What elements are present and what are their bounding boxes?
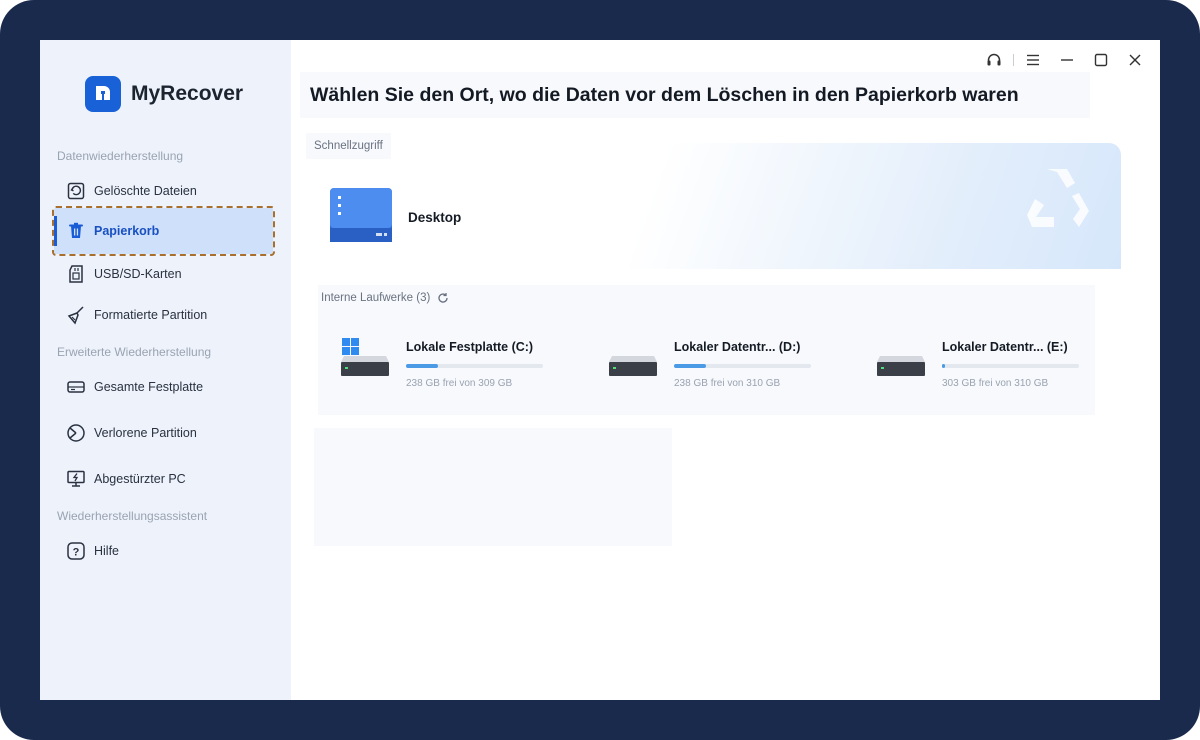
sidebar: MyRecover Datenwiederherstellung Gelösch… — [40, 40, 291, 700]
svg-text:?: ? — [73, 547, 80, 559]
sidebar-item-usb-sd[interactable]: USB/SD-Karten — [58, 256, 270, 292]
drive-usage-bar — [406, 364, 543, 368]
titlebar-divider — [1013, 54, 1014, 66]
drive-c[interactable]: Lokale Festplatte (C:) 238 GB frei von 3… — [340, 336, 580, 396]
drive-name: Lokale Festplatte (C:) — [406, 340, 534, 354]
page-title: Wählen Sie den Ort, wo die Daten vor dem… — [300, 72, 1090, 118]
drive-free-space: 238 GB frei von 310 GB — [674, 378, 781, 389]
drive-e[interactable]: Lokaler Datentr... (E:) 303 GB frei von … — [876, 336, 1116, 396]
sidebar-item-label: Papierkorb — [94, 224, 160, 238]
internal-drives-header: Interne Laufwerke (3) — [321, 292, 449, 304]
drive-usage-bar — [942, 364, 1079, 368]
sidebar-item-label: Formatierte Partition — [94, 308, 208, 322]
sidebar-item-label: Verlorene Partition — [94, 426, 197, 440]
hard-drive-icon — [876, 336, 928, 385]
internal-drives-label: Interne Laufwerke (3) — [321, 292, 431, 304]
sidebar-item-crashed-pc[interactable]: Abgestürzter PC — [58, 461, 270, 497]
sidebar-item-help[interactable]: ? Hilfe — [58, 533, 270, 569]
sidebar-item-label: Abgestürzter PC — [94, 472, 186, 486]
help-icon: ? — [66, 541, 86, 561]
broom-icon — [66, 305, 86, 325]
sidebar-item-whole-disk[interactable]: Gesamte Festplatte — [58, 369, 270, 405]
myrecover-logo-icon — [85, 76, 121, 112]
sidebar-item-label: Gelöschte Dateien — [94, 184, 197, 198]
sidebar-item-recycle-bin[interactable]: Papierkorb — [52, 206, 275, 256]
pie-icon — [66, 423, 86, 443]
sidebar-item-label: Hilfe — [94, 544, 120, 558]
hard-disk-icon — [66, 377, 86, 397]
drive-d[interactable]: Lokaler Datentr... (D:) 238 GB frei von … — [608, 336, 848, 396]
quick-access-desktop[interactable]: Desktop — [330, 188, 461, 247]
sidebar-item-label: USB/SD-Karten — [94, 267, 182, 281]
drive-usage-fill — [406, 364, 438, 368]
quick-access-label: Schnellzugriff — [306, 133, 391, 159]
headset-icon[interactable] — [977, 46, 1011, 74]
desktop-folder-icon — [330, 188, 392, 247]
drive-free-space: 238 GB frei von 309 GB — [406, 378, 513, 389]
drive-name: Lokaler Datentr... (E:) — [942, 340, 1068, 354]
system-drive-icon — [340, 336, 392, 385]
drive-usage-fill — [674, 364, 706, 368]
close-icon[interactable] — [1118, 46, 1152, 74]
empty-panel — [314, 428, 672, 546]
menu-icon[interactable] — [1016, 46, 1050, 74]
restore-icon — [66, 181, 86, 201]
desktop-label: Desktop — [408, 210, 462, 225]
section-label-advanced: Erweiterte Wiederherstellung — [57, 345, 212, 359]
drive-usage-bar — [674, 364, 811, 368]
section-label-data-recovery: Datenwiederherstellung — [57, 149, 184, 163]
section-label-assistant: Wiederherstellungsassistent — [57, 509, 208, 523]
app-logo: MyRecover — [85, 76, 243, 112]
drive-usage-fill — [942, 364, 945, 368]
hard-drive-icon — [608, 336, 660, 385]
sidebar-item-lost-partition[interactable]: Verlorene Partition — [58, 415, 270, 451]
titlebar-controls — [977, 46, 1152, 74]
refresh-icon[interactable] — [437, 292, 449, 304]
drive-name: Lokaler Datentr... (D:) — [674, 340, 801, 354]
sd-card-icon — [66, 264, 86, 284]
sidebar-item-label: Gesamte Festplatte — [94, 380, 204, 394]
sidebar-item-formatted-partition[interactable]: Formatierte Partition — [58, 297, 270, 333]
crashed-pc-icon — [66, 469, 86, 489]
minimize-icon[interactable] — [1050, 46, 1084, 74]
maximize-icon[interactable] — [1084, 46, 1118, 74]
app-name: MyRecover — [131, 82, 244, 105]
drive-free-space: 303 GB frei von 310 GB — [942, 378, 1049, 389]
recycle-watermark-icon — [1027, 169, 1089, 227]
trash-icon — [66, 221, 86, 241]
sidebar-item-deleted-files[interactable]: Gelöschte Dateien — [58, 173, 270, 209]
app-window: MyRecover Datenwiederherstellung Gelösch… — [40, 40, 1160, 700]
